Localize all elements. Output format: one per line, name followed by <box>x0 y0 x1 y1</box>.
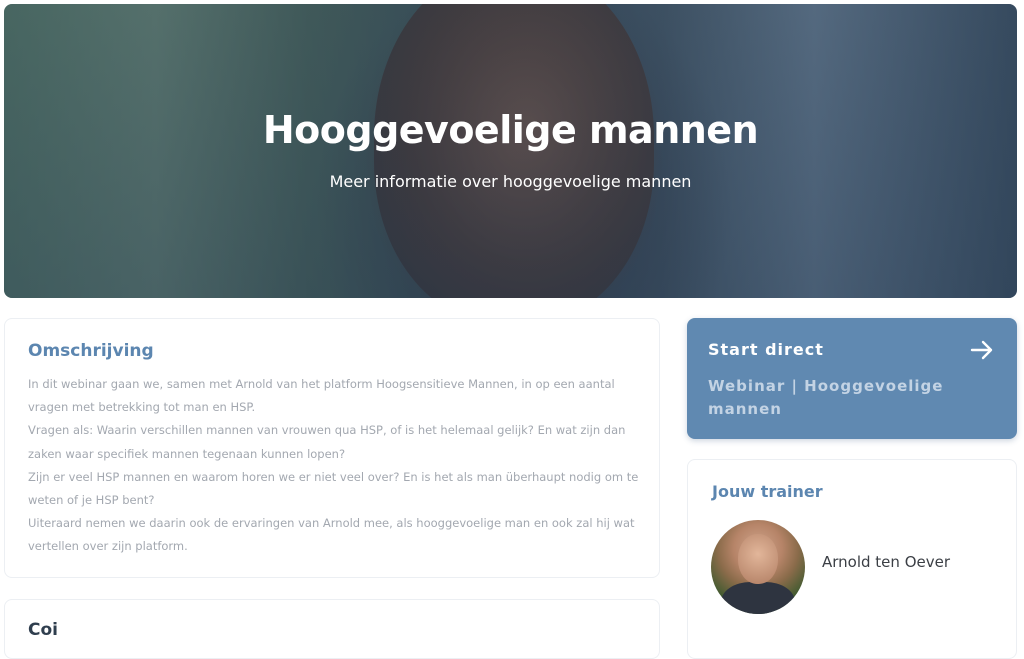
trainer-avatar <box>711 520 805 614</box>
description-card: Omschrijving In dit webinar gaan we, sam… <box>4 318 660 578</box>
hero-subtitle: Meer informatie over hooggevoelige manne… <box>329 172 692 191</box>
hero-title: Hooggevoelige mannen <box>262 108 759 152</box>
description-paragraph: In dit webinar gaan we, samen met Arnold… <box>28 377 615 415</box>
start-direct-subtitle: Webinar | Hooggevoelige mannen <box>708 377 944 418</box>
trainer-name[interactable]: Arnold ten Oever <box>822 553 950 571</box>
avatar-body <box>721 582 795 614</box>
trainer-card: Jouw trainer Arnold ten Oever <box>687 459 1017 659</box>
start-direct-button[interactable]: Start direct Webinar | Hooggevoelige man… <box>687 318 1017 439</box>
description-body: In dit webinar gaan we, samen met Arnold… <box>28 373 643 559</box>
secondary-card: Coi <box>4 599 660 659</box>
description-title: Omschrijving <box>28 341 154 361</box>
description-paragraph: Zijn er veel HSP mannen en waarom horen … <box>28 469 639 508</box>
trainer-title: Jouw trainer <box>712 482 823 501</box>
arrow-right-icon <box>970 340 993 360</box>
description-paragraph: Uiteraard nemen we daarin ook de ervarin… <box>28 516 635 554</box>
hero-banner: Hooggevoelige mannen Meer informatie ove… <box>4 4 1017 298</box>
start-direct-title: Start direct <box>708 340 824 359</box>
secondary-card-title: Coi <box>28 620 58 640</box>
description-paragraph: Vragen als: Waarin verschillen mannen va… <box>28 423 626 461</box>
avatar-head <box>738 534 778 584</box>
